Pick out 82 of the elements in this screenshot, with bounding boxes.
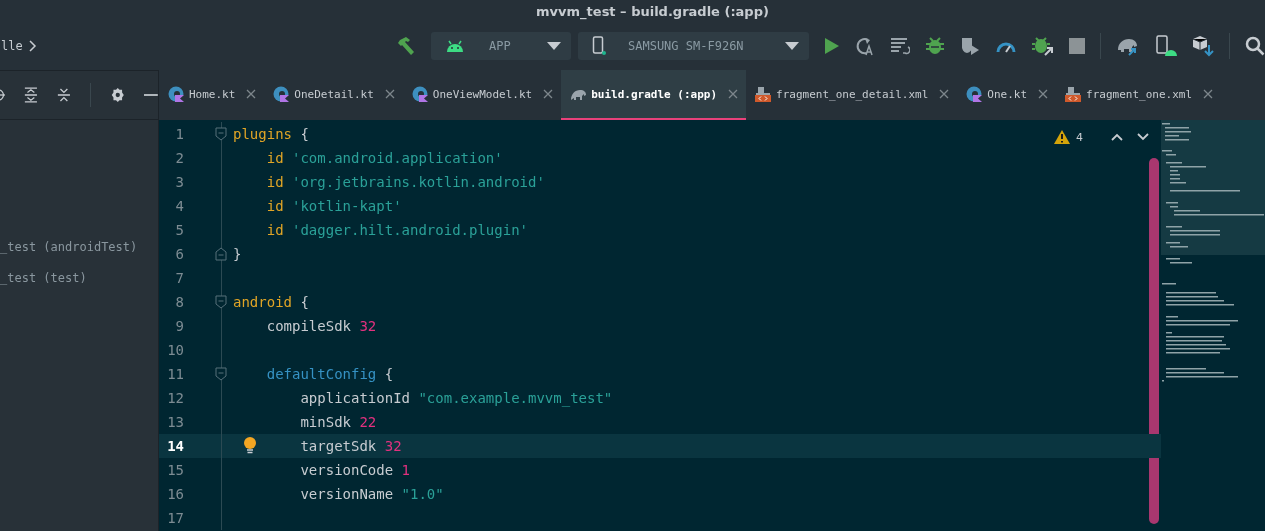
chevron-icon [28,40,37,52]
xml-file-icon [755,86,772,102]
editor-tab[interactable]: One.kt [957,70,1057,120]
line-number: 3 [174,174,184,190]
code-line: versionCode 1 [300,462,410,478]
warning-count: 4 [1076,130,1083,144]
run-config-dropdown[interactable]: APP [431,32,571,60]
search-icon[interactable] [1245,36,1265,56]
android-icon [445,39,465,53]
code-line: defaultConfig { [266,366,394,382]
line-number: 12 [166,390,184,406]
project-tree-item[interactable]: _test (test) [0,271,158,285]
editor-tab[interactable]: OneViewModel.kt [402,70,562,120]
code-line: targetSdk 32 [300,438,402,454]
editor-tab[interactable]: Home.kt [159,70,265,120]
editor-tab[interactable]: OneDetail.kt [264,70,403,120]
line-number: 7 [174,270,184,286]
close-icon [939,89,950,99]
line-number: 4 [174,198,184,214]
caret-icon [785,42,799,50]
phone-icon [592,36,606,56]
chevron-up-icon[interactable] [1111,133,1123,141]
code-line: android { [233,294,309,310]
gear-icon[interactable] [109,86,126,104]
line-number: 17 [166,510,184,526]
caret-icon [547,42,561,50]
code-line: } [233,246,242,262]
close-icon [246,89,257,99]
line-number: 9 [174,318,184,334]
line-number: 6 [174,246,184,262]
line-number: 13 [166,414,184,430]
device-dropdown[interactable]: SAMSUNG SM-F926N [578,32,809,60]
line-number: 1 [174,126,184,142]
scrollbar-thumb[interactable] [1149,158,1159,524]
editor-tab[interactable]: fragment_one.xml [1056,70,1222,120]
line-number: 16 [166,486,184,502]
close-icon [543,89,554,99]
run-icon[interactable] [824,37,840,55]
line-number: 2 [174,150,184,166]
xml-file-icon [1065,86,1082,102]
bug-icon[interactable] [925,36,945,56]
close-icon [728,89,739,99]
code-line: id 'org.jetbrains.kotlin.android' [266,174,545,190]
kotlin-file-icon [168,86,184,102]
editor-tab[interactable]: fragment_one_detail.xml [746,70,958,120]
minimize-icon[interactable] [144,93,158,97]
code-line: compileSdk 32 [266,318,377,334]
line-number: 15 [166,462,184,478]
cube-arrow-icon[interactable] [1192,35,1214,57]
code-line: minSdk 22 [300,414,377,430]
code-line: id 'kotlin-kapt' [266,198,402,214]
chevron-down-icon[interactable] [1137,133,1149,141]
code-line: plugins { [233,126,309,142]
expand-all-icon[interactable] [24,86,38,104]
editor-tab[interactable]: build.gradle (:app) [561,70,747,120]
list-icon[interactable] [890,37,910,55]
close-icon [1203,89,1214,99]
code-line: id 'dagger.hilt.android.plugin' [266,222,528,238]
apply-changes-icon[interactable] [855,36,875,56]
project-tree-item[interactable]: _test (androidTest) [0,240,158,254]
kotlin-file-icon [273,86,290,102]
kotlin-file-icon [966,86,983,102]
phone-android-icon[interactable] [1155,35,1177,57]
bug-arrow-icon[interactable] [1032,36,1054,56]
code-line: applicationId "com.example.mvvm_test" [300,390,613,406]
window-title: mvvm_test – build.gradle (:app) [535,3,769,19]
line-number: 5 [174,222,184,238]
line-number: 11 [166,366,184,382]
code-line: versionName "1.0" [300,486,444,502]
collapse-all-icon[interactable] [57,86,71,104]
breadcrumb-item[interactable]: lle [1,39,23,53]
line-number: 10 [166,342,184,358]
kotlin-file-icon [411,86,428,102]
shield-play-icon[interactable] [960,36,980,56]
line-number: 8 [174,294,184,310]
close-icon [384,89,395,99]
line-number: 14 [166,438,184,454]
close-icon [1038,89,1049,99]
code-line: id 'com.android.application' [266,150,503,166]
warning-icon[interactable] [1054,130,1070,144]
elephant-arrow-icon[interactable] [1116,36,1140,56]
target-icon[interactable] [0,87,6,103]
